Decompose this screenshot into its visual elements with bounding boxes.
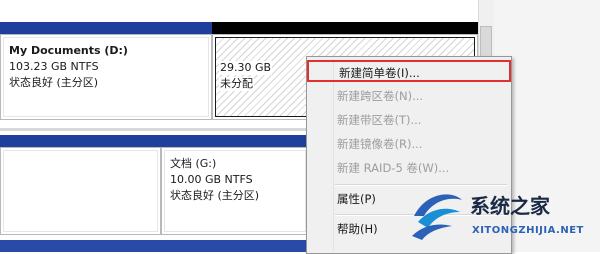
menu-item-new-mirrored-volume[interactable]: 新建镜像卷(R)... bbox=[307, 133, 511, 155]
partition-d-size: 103.23 GB NTFS bbox=[9, 60, 99, 73]
menu-item-help-label: 帮助(H) bbox=[337, 222, 378, 236]
menu-item-properties-label: 属性(P) bbox=[337, 192, 376, 206]
unallocated-header-bar bbox=[212, 22, 478, 34]
menu-item-new-raid5-volume[interactable]: 新建 RAID-5 卷(W)... bbox=[307, 157, 511, 179]
watermark: 系统之家 XITONGZHIJIA.NET bbox=[408, 180, 598, 250]
menu-item-new-spanned-volume-label: 新建跨区卷(N)... bbox=[337, 89, 424, 103]
partition-d-name: My Documents (D:) bbox=[9, 44, 128, 57]
menu-item-new-simple-volume-label: 新建简单卷(I)... bbox=[339, 66, 420, 80]
watermark-name: 系统之家 bbox=[470, 194, 550, 218]
partition-d[interactable]: My Documents (D:) 103.23 GB NTFS 状态良好 (主… bbox=[0, 34, 212, 120]
unallocated-size: 29.30 GB bbox=[219, 61, 273, 75]
partition-header-bar-lower-g bbox=[161, 135, 309, 147]
menu-item-new-raid5-volume-label: 新建 RAID-5 卷(W)... bbox=[337, 161, 450, 175]
menu-item-new-simple-volume[interactable]: 新建简单卷(I)... bbox=[307, 60, 511, 82]
partition-g-name: 文档 (G:) bbox=[170, 157, 217, 170]
partition-g-status: 状态良好 (主分区) bbox=[170, 189, 260, 202]
partition-g-size: 10.00 GB NTFS bbox=[170, 173, 253, 186]
watermark-url: XITONGZHIJIA.NET bbox=[472, 225, 584, 236]
partition-header-bar bbox=[0, 22, 212, 34]
menu-item-new-striped-volume-label: 新建带区卷(T)... bbox=[337, 113, 422, 127]
menu-item-new-mirrored-volume-label: 新建镜像卷(R)... bbox=[337, 137, 423, 151]
partition-lower-left[interactable] bbox=[0, 147, 161, 235]
partition-g[interactable]: 文档 (G:) 10.00 GB NTFS 状态良好 (主分区) bbox=[161, 147, 309, 235]
watermark-logo-icon bbox=[412, 194, 462, 240]
partition-d-status: 状态良好 (主分区) bbox=[9, 76, 99, 89]
unallocated-status: 未分配 bbox=[219, 77, 254, 91]
partition-header-bar-lower-left bbox=[0, 135, 161, 147]
menu-item-new-spanned-volume[interactable]: 新建跨区卷(N)... bbox=[307, 85, 511, 107]
menu-item-new-striped-volume[interactable]: 新建带区卷(T)... bbox=[307, 109, 511, 131]
